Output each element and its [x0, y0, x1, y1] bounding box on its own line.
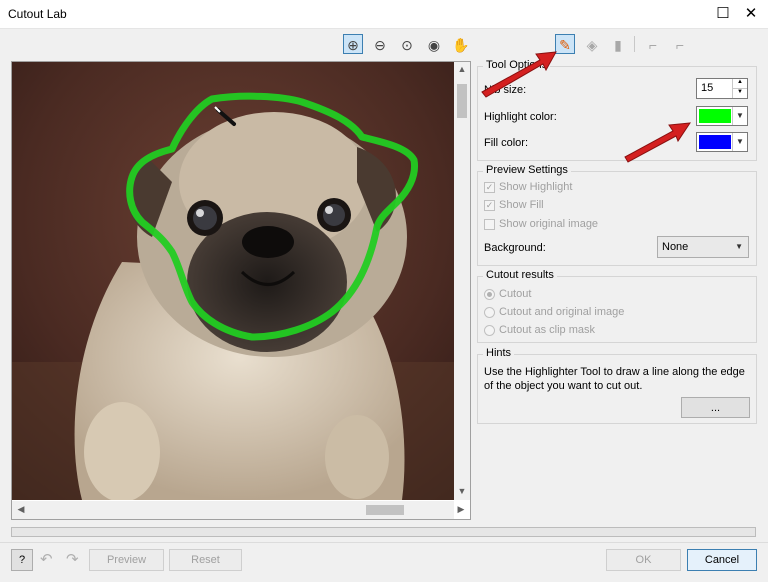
cutout-results-title: Cutout results [483, 269, 557, 281]
hints-text-line1: Use the Highlighter Tool to draw a line … [484, 366, 745, 378]
help-button[interactable]: ? [11, 549, 33, 571]
maximize-button[interactable]: ☐ [712, 4, 734, 24]
title-bar [0, 0, 768, 29]
show-original-label: Show original image [499, 218, 599, 230]
image-canvas[interactable] [11, 61, 471, 520]
cutout-radio[interactable] [484, 289, 495, 300]
background-label: Background: [484, 242, 546, 254]
vertical-scrollbar[interactable]: ▲ ▼ [454, 62, 470, 500]
preview-button[interactable]: Preview [89, 549, 164, 571]
progress-bar [11, 527, 756, 537]
horizontal-scroll-thumb[interactable] [366, 505, 404, 515]
scroll-down-icon[interactable]: ▼ [454, 486, 470, 496]
hints-title: Hints [483, 347, 515, 359]
background-value: None [662, 241, 689, 253]
show-highlight-label: Show Highlight [499, 181, 573, 193]
vertical-scroll-thumb[interactable] [457, 84, 467, 118]
cancel-button[interactable]: Cancel [687, 549, 757, 571]
cutout-and-original-radio[interactable] [484, 307, 495, 318]
redo-icon[interactable]: ↷ [66, 550, 79, 568]
hints-text-line2: of the object you want to cut out. [484, 380, 643, 392]
zoom-actual-icon[interactable]: ◉ [424, 34, 444, 54]
chevron-down-icon: ▼ [735, 242, 743, 251]
zoom-in-icon[interactable]: ⊕ [343, 34, 363, 54]
annotation-arrows [481, 51, 691, 163]
footer-divider [0, 542, 768, 543]
zoom-out-icon[interactable]: ⊖ [370, 34, 390, 54]
zoom-fit-icon[interactable]: ⊙ [397, 34, 417, 54]
pan-hand-icon[interactable]: ✋ [451, 34, 471, 54]
reset-button[interactable]: Reset [169, 549, 242, 571]
show-highlight-checkbox[interactable]: ✓ [484, 182, 495, 193]
hints-more-button[interactable]: ... [681, 397, 750, 418]
horizontal-scrollbar[interactable]: ◀ ▶ [12, 501, 464, 519]
show-original-checkbox[interactable] [484, 219, 495, 230]
cutout-clip-mask-radio[interactable] [484, 325, 495, 336]
scroll-left-icon[interactable]: ◀ [15, 504, 27, 515]
scroll-up-icon[interactable]: ▲ [454, 64, 470, 74]
arrow-to-highlight-color-icon [624, 122, 691, 163]
show-fill-checkbox[interactable]: ✓ [484, 200, 495, 211]
arrow-to-highlighter-icon [481, 51, 557, 98]
pug-photo [12, 62, 454, 500]
close-button[interactable]: ✕ [740, 4, 762, 24]
cutout-label: Cutout [499, 288, 532, 300]
cutout-and-original-label: Cutout and original image [499, 306, 625, 318]
scroll-right-icon[interactable]: ▶ [455, 504, 467, 515]
cutout-clip-mask-label: Cutout as clip mask [499, 324, 595, 336]
ok-button[interactable]: OK [606, 549, 681, 571]
background-select[interactable]: None ▼ [657, 236, 749, 258]
show-fill-label: Show Fill [499, 199, 544, 211]
window-title: Cutout Lab [8, 7, 67, 21]
undo-icon[interactable]: ↶ [40, 550, 53, 568]
